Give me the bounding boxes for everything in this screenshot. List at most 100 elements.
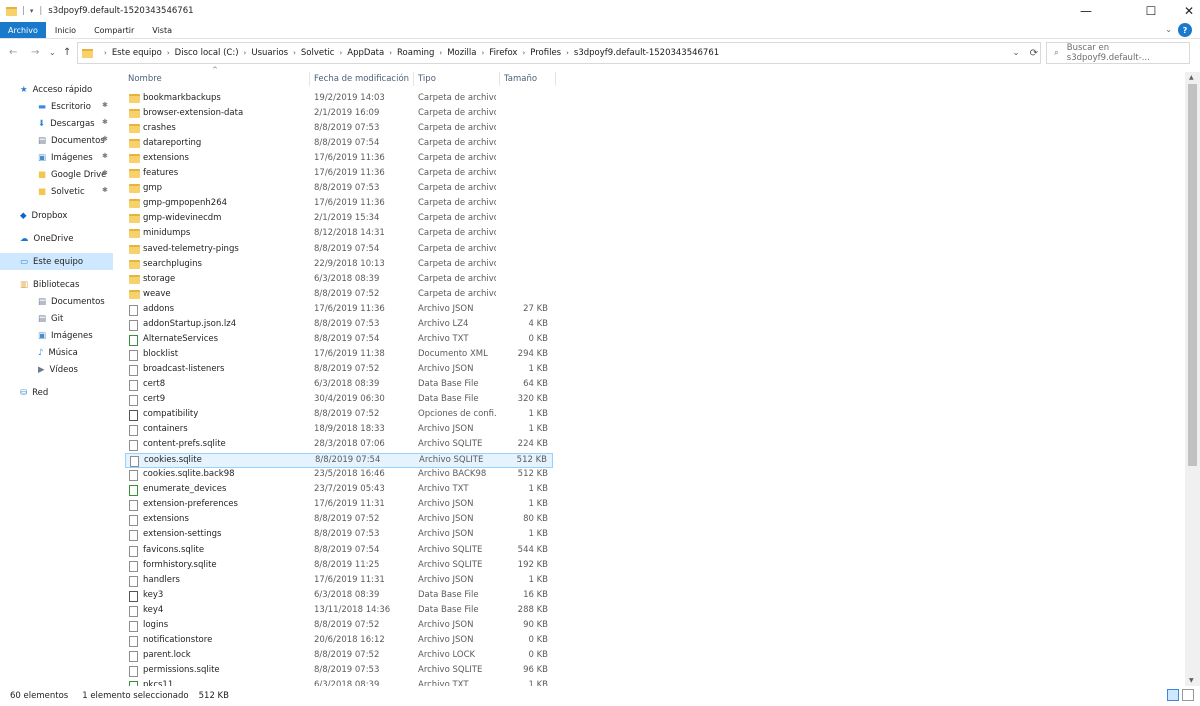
sidebar-item-acceso-r-pido[interactable]: ★ Acceso rápido — [0, 81, 113, 98]
refresh-icon[interactable]: ⟳ — [1030, 48, 1038, 59]
breadcrumb-este-equipo[interactable]: Este equipo — [112, 48, 162, 58]
sidebar-item-red[interactable]: ⛁ Red — [0, 384, 113, 401]
file-row[interactable]: broadcast-listeners 8/8/2019 07:52 Archivo… — [125, 363, 553, 378]
scroll-up-icon[interactable]: ▲ — [1189, 74, 1194, 81]
scrollbar-thumb[interactable] — [1188, 84, 1197, 466]
minimize-button[interactable]: — — [1063, 0, 1109, 22]
file-row[interactable]: logins 8/8/2019 07:52 Archivo JSON 90 KB — [125, 619, 553, 634]
file-row[interactable]: extension-settings 8/8/2019 07:53 Archivo … — [125, 528, 553, 543]
breadcrumb-separator[interactable]: › — [481, 49, 484, 57]
vertical-scrollbar[interactable]: ▲ ▼ — [1185, 72, 1200, 686]
file-row[interactable]: cert9 30/4/2019 06:30 Data Base File 320 KB — [125, 393, 553, 408]
column-header-type[interactable]: Tipo — [418, 72, 498, 86]
help-icon[interactable]: ? — [1178, 23, 1192, 37]
file-row[interactable]: crashes 8/8/2019 07:53 Carpeta de archivos — [125, 122, 553, 137]
breadcrumb-separator[interactable]: › — [339, 49, 342, 57]
file-row[interactable]: favicons.sqlite 8/8/2019 07:54 Archivo SQL… — [125, 544, 553, 559]
breadcrumb-separator[interactable]: › — [104, 49, 107, 57]
file-row[interactable]: weave 8/8/2019 07:52 Carpeta de archivos — [125, 288, 553, 303]
sidebar-item-solvetic[interactable]: ■ Solvetic ✱ — [0, 183, 113, 200]
search-box[interactable]: ⌕ Buscar en s3dpoyf9.default-... — [1046, 42, 1190, 64]
breadcrumb-separator[interactable]: › — [566, 49, 569, 57]
breadcrumb-current-folder[interactable]: s3dpoyf9.default-1520343546761 — [574, 48, 719, 58]
sidebar-item-bibliotecas[interactable]: ▥ Bibliotecas — [0, 276, 113, 293]
file-row[interactable]: blocklist 17/6/2019 11:38 Documento XML 294… — [125, 348, 553, 363]
file-row[interactable]: compatibility 8/8/2019 07:52 Opciones de c… — [125, 408, 553, 423]
column-divider[interactable] — [499, 72, 500, 86]
sidebar-item-im-genes[interactable]: ▣ Imágenes — [0, 327, 113, 344]
column-header-date[interactable]: Fecha de modificación — [314, 72, 414, 86]
file-row[interactable]: bookmarkbackups 19/2/2019 14:03 Carpeta de… — [125, 92, 553, 107]
file-row[interactable]: browser-extension-data 2/1/2019 16:09 Carp… — [125, 107, 553, 122]
file-row[interactable]: cookies.sqlite.back98 23/5/2018 16:46 Arch… — [125, 468, 553, 483]
close-button[interactable]: ✕ — [1166, 0, 1200, 22]
breadcrumb-separator[interactable]: › — [522, 49, 525, 57]
sidebar-item-m-sica[interactable]: ♪ Música — [0, 344, 113, 361]
column-header-name[interactable]: Nombre — [128, 72, 308, 86]
breadcrumb-appdata[interactable]: AppData — [347, 48, 384, 58]
file-row[interactable]: gmp 8/8/2019 07:53 Carpeta de archivos — [125, 182, 553, 197]
tab-compartir[interactable]: Compartir — [85, 22, 143, 38]
file-row[interactable]: handlers 17/6/2019 11:31 Archivo JSON 1 KB — [125, 574, 553, 589]
breadcrumb-separator[interactable]: › — [167, 49, 170, 57]
recent-locations-icon[interactable]: ⌄ — [49, 48, 56, 57]
sidebar-item-dropbox[interactable]: ◆ Dropbox — [0, 207, 113, 224]
file-row[interactable]: parent.lock 8/8/2019 07:52 Archivo LOCK 0 K… — [125, 649, 553, 664]
file-row[interactable]: gmp-gmpopenh264 17/6/2019 11:36 Carpeta de… — [125, 197, 553, 212]
file-row[interactable]: cookies.sqlite 8/8/2019 07:54 Archivo SQLI… — [125, 453, 553, 469]
file-row[interactable]: datareporting 8/8/2019 07:54 Carpeta de ar… — [125, 137, 553, 152]
file-row[interactable]: minidumps 8/12/2018 14:31 Carpeta de archi… — [125, 227, 553, 242]
column-divider[interactable] — [309, 72, 310, 86]
file-row[interactable]: formhistory.sqlite 8/8/2019 11:25 Archivo … — [125, 559, 553, 574]
file-row[interactable]: extensions 8/8/2019 07:52 Archivo JSON 80 K… — [125, 513, 553, 528]
file-row[interactable]: addonStartup.json.lz4 8/8/2019 07:53 Archi… — [125, 318, 553, 333]
sidebar-item-git[interactable]: ▤ Git — [0, 310, 113, 327]
large-icons-view-icon[interactable] — [1182, 689, 1194, 701]
file-row[interactable]: notificationstore 20/6/2018 16:12 Archivo … — [125, 634, 553, 649]
file-row[interactable]: features 17/6/2019 11:36 Carpeta de archiv… — [125, 167, 553, 182]
file-row[interactable]: saved-telemetry-pings 8/8/2019 07:54 Carpe… — [125, 243, 553, 258]
breadcrumb-mozilla[interactable]: Mozilla — [447, 48, 476, 58]
breadcrumb-usuarios[interactable]: Usuarios — [251, 48, 288, 58]
sidebar-item-escritorio[interactable]: ▬ Escritorio ✱ — [0, 98, 113, 115]
file-row[interactable]: permissions.sqlite 8/8/2019 07:53 Archivo … — [125, 664, 553, 679]
sidebar-item-este-equipo[interactable]: ▭ Este equipo — [0, 253, 113, 270]
forward-button[interactable]: → — [31, 47, 39, 58]
breadcrumb-profiles[interactable]: Profiles — [530, 48, 561, 58]
back-button[interactable]: ← — [9, 47, 17, 58]
sidebar-item-descargas[interactable]: ⬇ Descargas ✱ — [0, 115, 113, 132]
file-row[interactable]: AlternateServices 8/8/2019 07:54 Archivo T… — [125, 333, 553, 348]
ribbon-expand-icon[interactable]: ⌄ — [1165, 25, 1172, 34]
up-button[interactable]: ↑ — [63, 47, 71, 58]
sidebar-item-onedrive[interactable]: ☁ OneDrive — [0, 230, 113, 247]
breadcrumb-solvetic[interactable]: Solvetic — [301, 48, 335, 58]
scroll-down-icon[interactable]: ▼ — [1189, 677, 1194, 684]
file-row[interactable]: key4 13/11/2018 14:36 Data Base File 288 KB — [125, 604, 553, 619]
file-row[interactable]: key3 6/3/2018 08:39 Data Base File 16 KB — [125, 589, 553, 604]
file-row[interactable]: storage 6/3/2018 08:39 Carpeta de archivos — [125, 273, 553, 288]
breadcrumb-separator[interactable]: › — [293, 49, 296, 57]
tab-vista[interactable]: Vista — [143, 22, 181, 38]
file-row[interactable]: extension-preferences 17/6/2019 11:31 Arch… — [125, 498, 553, 513]
breadcrumb-disco-local[interactable]: Disco local (C:) — [175, 48, 239, 58]
breadcrumb-separator[interactable]: › — [389, 49, 392, 57]
file-row[interactable]: extensions 17/6/2019 11:36 Carpeta de arch… — [125, 152, 553, 167]
file-row[interactable]: content-prefs.sqlite 28/3/2018 07:06 Archi… — [125, 438, 553, 453]
breadcrumb-roaming[interactable]: Roaming — [397, 48, 434, 58]
file-row[interactable]: enumerate_devices 23/7/2019 05:43 Archivo … — [125, 483, 553, 498]
breadcrumb-separator[interactable]: › — [439, 49, 442, 57]
file-row[interactable]: containers 18/9/2018 18:33 Archivo JSON 1 K… — [125, 423, 553, 438]
details-view-icon[interactable] — [1167, 689, 1179, 701]
address-dropdown-icon[interactable]: ⌄ — [1012, 48, 1019, 58]
file-row[interactable]: gmp-widevinecdm 2/1/2019 15:34 Carpeta de … — [125, 212, 553, 227]
sidebar-item-documentos[interactable]: ▤ Documentos — [0, 293, 113, 310]
tab-inicio[interactable]: Inicio — [46, 22, 85, 38]
sidebar-item-im-genes[interactable]: ▣ Imágenes ✱ — [0, 149, 113, 166]
breadcrumb-firefox[interactable]: Firefox — [489, 48, 517, 58]
address-bar[interactable]: › Este equipo › Disco local (C:) › Usuar… — [77, 42, 1041, 64]
search-input[interactable]: Buscar en s3dpoyf9.default-... — [1067, 43, 1189, 63]
column-header-size[interactable]: Tamaño — [504, 72, 554, 86]
file-row[interactable]: cert8 6/3/2018 08:39 Data Base File 64 KB — [125, 378, 553, 393]
column-divider[interactable] — [555, 72, 556, 86]
file-row[interactable]: addons 17/6/2019 11:36 Archivo JSON 27 KB — [125, 303, 553, 318]
